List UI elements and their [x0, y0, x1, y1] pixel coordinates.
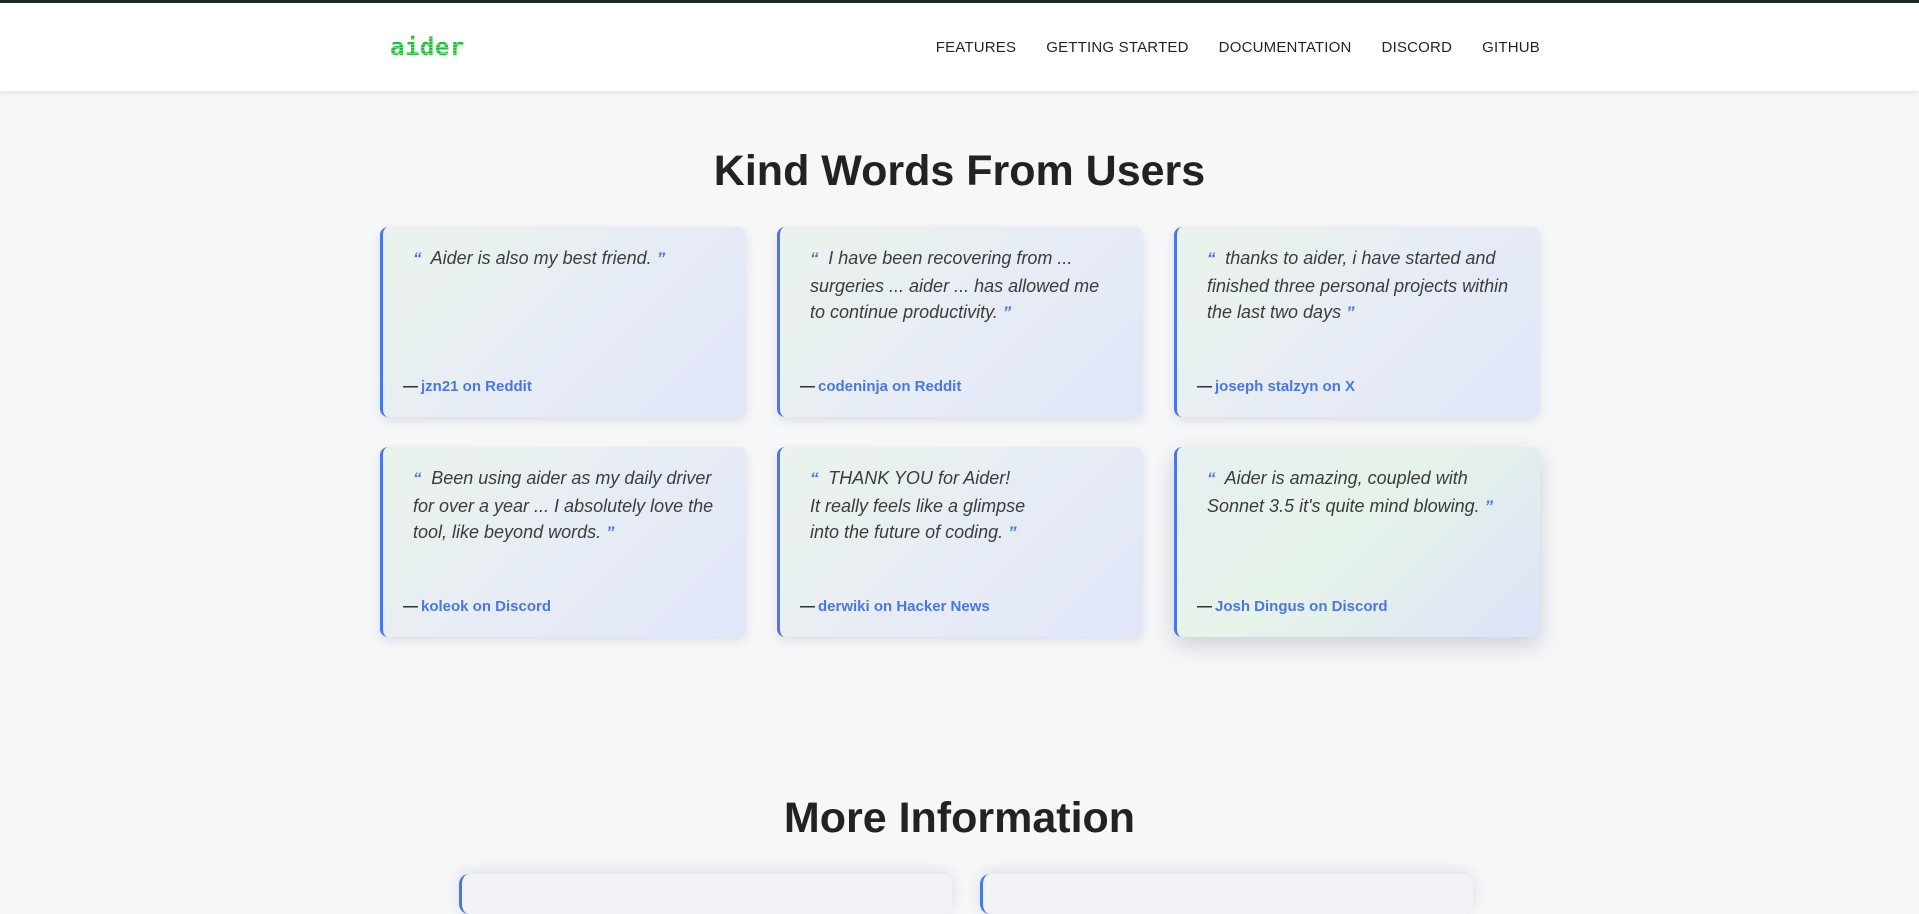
testimonial-quote: “ Aider is amazing, coupled with Sonnet …	[1207, 465, 1510, 520]
main-nav: FEATURES GETTING STARTED DOCUMENTATION D…	[936, 3, 1540, 91]
attribution-dash: —	[800, 378, 815, 395]
testimonials-title: Kind Words From Users	[713, 147, 1206, 195]
open-quote-icon: “	[413, 469, 427, 488]
close-quote-icon: ”	[1002, 303, 1012, 322]
open-quote-icon: “	[1207, 249, 1221, 268]
testimonial-quote: “ Been using aider as my daily driver fo…	[413, 465, 716, 547]
nav-github[interactable]: GITHUB	[1482, 39, 1540, 56]
testimonial-quote: “ Aider is also my best friend. ”	[413, 245, 716, 273]
close-quote-icon: ”	[1346, 303, 1355, 322]
attribution-dash: —	[403, 378, 418, 395]
close-quote-icon: ”	[1008, 523, 1017, 542]
testimonial-card: “ I have been recovering from ... surger…	[777, 227, 1143, 417]
attribution-dash: —	[1197, 598, 1212, 615]
quote-text: Been using aider as my daily driver for …	[413, 468, 714, 542]
logo-text: aider	[390, 33, 465, 61]
nav-features[interactable]: FEATURES	[936, 39, 1017, 56]
testimonials-grid: “ Aider is also my best friend. ” — jzn21…	[380, 227, 1540, 637]
info-card	[980, 874, 1473, 914]
info-card	[459, 874, 952, 914]
testimonial-attribution: — joseph stalzyn on X	[1197, 378, 1355, 395]
testimonial-attribution: — codeninja on Reddit	[800, 378, 961, 395]
open-quote-icon: “	[810, 249, 824, 268]
quote-text: Aider is also my best friend.	[430, 248, 652, 268]
nav-discord[interactable]: DISCORD	[1382, 39, 1453, 56]
more-info-title: More Information	[783, 794, 1136, 842]
testimonial-card: “ Aider is also my best friend. ” — jzn21…	[380, 227, 746, 417]
testimonial-attribution: — koleok on Discord	[403, 598, 551, 615]
testimonial-quote: “ THANK YOU for Aider! It really feels l…	[810, 465, 1113, 547]
open-quote-icon: “	[810, 469, 824, 488]
close-quote-icon: ”	[606, 523, 615, 542]
close-quote-icon: ”	[1484, 496, 1494, 516]
quote-text: THANK YOU for Aider! It really feels lik…	[810, 468, 1026, 542]
nav-documentation[interactable]: DOCUMENTATION	[1219, 39, 1352, 56]
testimonial-attribution: — Josh Dingus on Discord	[1197, 598, 1388, 615]
quote-text: I have been recovering from ... surgerie…	[810, 248, 1100, 322]
attribution-dash: —	[800, 598, 815, 615]
testimonial-quote: “ I have been recovering from ... surger…	[810, 245, 1113, 327]
quote-text: Aider is amazing, coupled with Sonnet 3.…	[1207, 468, 1480, 516]
author-link[interactable]: joseph stalzyn on X	[1215, 378, 1355, 395]
testimonial-card: “ THANK YOU for Aider! It really feels l…	[777, 447, 1143, 637]
testimonial-card: “ thanks to aider, i have started and fi…	[1174, 227, 1540, 417]
author-link[interactable]: codeninja on Reddit	[818, 378, 961, 395]
open-quote-icon: “	[1207, 469, 1221, 488]
attribution-dash: —	[1197, 378, 1212, 395]
testimonial-card: “ Aider is amazing, coupled with Sonnet …	[1174, 447, 1540, 637]
testimonial-attribution: — derwiki on Hacker News	[800, 598, 990, 615]
author-link[interactable]: derwiki on Hacker News	[818, 598, 990, 615]
author-link[interactable]: koleok on Discord	[421, 598, 551, 615]
open-quote-icon: “	[413, 249, 427, 268]
testimonial-card: “ Been using aider as my daily driver fo…	[380, 447, 746, 637]
testimonial-quote: “ thanks to aider, i have started and fi…	[1207, 245, 1510, 327]
close-quote-icon: ”	[656, 249, 666, 268]
quote-text: thanks to aider, i have started and fini…	[1207, 248, 1509, 322]
attribution-dash: —	[403, 598, 418, 615]
author-link[interactable]: jzn21 on Reddit	[421, 378, 532, 395]
testimonial-attribution: — jzn21 on Reddit	[403, 378, 532, 395]
nav-getting-started[interactable]: GETTING STARTED	[1046, 39, 1188, 56]
author-link[interactable]: Josh Dingus on Discord	[1215, 598, 1388, 615]
site-header: aider FEATURES GETTING STARTED DOCUMENTA…	[0, 3, 1919, 91]
site-logo[interactable]: aider	[390, 33, 465, 61]
